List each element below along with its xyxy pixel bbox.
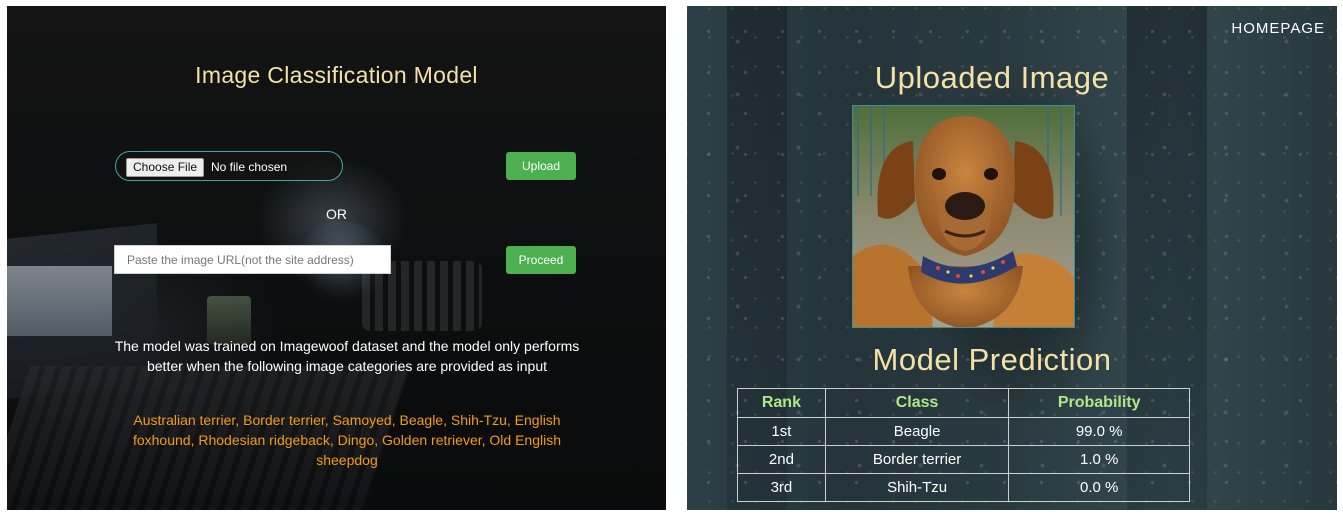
column-header-probability: Probability (1008, 388, 1190, 418)
prediction-table: Rank Class Probability 1st Beagle 99.0 %… (737, 388, 1190, 502)
upload-panel: Image Classification Model Choose File N… (7, 6, 666, 510)
file-status-label: No file chosen (211, 160, 288, 174)
column-header-class: Class (824, 388, 1010, 418)
upload-button[interactable]: Upload (506, 152, 576, 180)
class-cell: Beagle (824, 417, 1010, 446)
class-cell: Border terrier (824, 445, 1010, 474)
rank-cell: 2nd (737, 445, 826, 474)
image-url-input[interactable] (114, 245, 391, 274)
table-header-row: Rank Class Probability (737, 388, 1190, 418)
class-cell: Shih-Tzu (824, 473, 1010, 502)
supported-categories-text: Australian terrier, Border terrier, Samo… (132, 412, 562, 468)
or-separator: OR (326, 206, 347, 222)
probability-cell: 0.0 % (1008, 473, 1190, 502)
table-row: 2nd Border terrier 1.0 % (737, 445, 1190, 474)
column-header-rank: Rank (737, 388, 826, 418)
rank-cell: 3rd (737, 473, 826, 502)
background-laptop-screen (7, 266, 112, 336)
model-info-text: The model was trained on Imagewoof datas… (114, 338, 580, 374)
rank-cell: 1st (737, 417, 826, 446)
homepage-link[interactable]: HOMEPAGE (1231, 20, 1325, 37)
table-row: 3rd Shih-Tzu 0.0 % (737, 473, 1190, 502)
choose-file-button[interactable]: Choose File (126, 158, 205, 177)
dog-photo (853, 106, 1074, 327)
file-input[interactable]: Choose File No file chosen (115, 151, 343, 181)
proceed-button[interactable]: Proceed (506, 246, 576, 274)
uploaded-dog-image (852, 105, 1075, 328)
result-panel: HOMEPAGE Uploaded Image Model Prediction… (687, 6, 1337, 510)
table-row: 1st Beagle 99.0 % (737, 417, 1190, 446)
probability-cell: 1.0 % (1008, 445, 1190, 474)
page-title: Image Classification Model (195, 62, 478, 88)
probability-cell: 99.0 % (1008, 417, 1190, 446)
model-prediction-title: Model Prediction (872, 342, 1112, 377)
uploaded-image-title: Uploaded Image (874, 60, 1110, 95)
